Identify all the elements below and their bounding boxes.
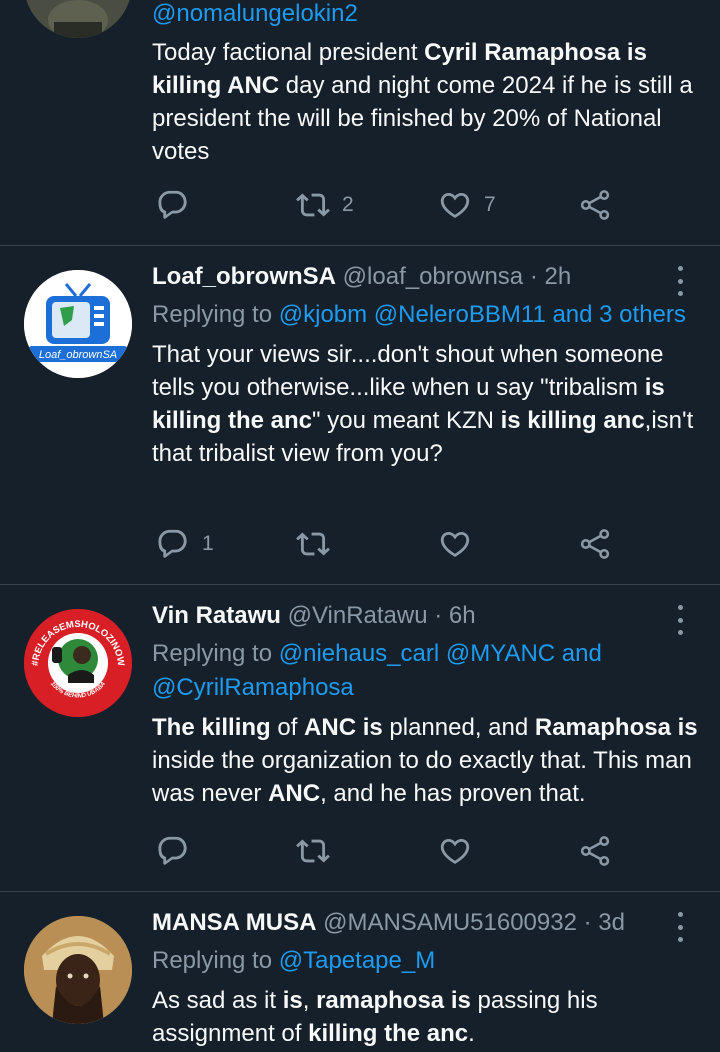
- text-segment: , and he has proven that.: [320, 780, 586, 807]
- bold-text: ramaphosa is: [316, 987, 471, 1014]
- timestamp[interactable]: · 6h: [434, 602, 475, 629]
- author-name[interactable]: Loaf_obrownSA: [152, 263, 336, 290]
- text-segment: That your views sir....don't shout when …: [152, 341, 664, 401]
- bold-text: is: [282, 987, 303, 1014]
- bold-text: ANC: [268, 780, 321, 807]
- like-count: 7: [484, 193, 496, 216]
- like-button[interactable]: [438, 831, 484, 871]
- reply-icon: [156, 188, 190, 222]
- reply-button[interactable]: 1: [156, 524, 214, 564]
- author-name[interactable]: Vin Ratawu: [152, 602, 281, 629]
- reply-count: 1: [202, 532, 214, 555]
- reply-icon: [156, 834, 190, 868]
- retweet-button[interactable]: 2: [296, 185, 354, 225]
- author-handle[interactable]: @VinRatawu: [288, 602, 428, 629]
- share-icon: [578, 188, 612, 222]
- heart-icon: [438, 527, 472, 561]
- text-segment: planned, and: [382, 714, 535, 741]
- replying-to: Replying to @niehaus_carl @MYANC and @Cy…: [152, 637, 700, 705]
- replying-mentions[interactable]: @kjobm @NeleroBBM11 and 3 others: [279, 301, 686, 328]
- text-segment: of: [270, 714, 305, 741]
- text-segment: .: [468, 1020, 475, 1047]
- replying-to: Replying to @Tapetape_M: [152, 944, 700, 978]
- replying-to: Replying to @kjobm @NeleroBBM11 and 3 ot…: [152, 298, 700, 332]
- campaign-logo-avatar: #RELEASEMSHOLOZINOW 100% BEHIND UBABA: [24, 609, 132, 717]
- avatar[interactable]: [24, 0, 132, 38]
- heart-icon: [438, 834, 472, 868]
- action-bar: [152, 831, 622, 871]
- share-button[interactable]: [578, 831, 612, 871]
- replying-label: Replying to: [152, 301, 279, 328]
- bold-text: ANC is: [304, 714, 383, 741]
- text-segment: " you meant KZN: [312, 407, 501, 434]
- share-icon: [578, 834, 612, 868]
- more-icon: [677, 266, 683, 271]
- author-handle[interactable]: @loaf_obrownsa: [343, 263, 523, 290]
- tweet-text: The killing of ANC is planned, and Ramap…: [152, 711, 700, 810]
- tweet-0[interactable]: @nomalungelokin2 Today factional preside…: [0, 0, 720, 245]
- timestamp[interactable]: · 3d: [584, 909, 625, 936]
- action-bar: 2 7: [152, 185, 622, 225]
- more-icon: [677, 912, 683, 917]
- retweet-count: 2: [342, 193, 354, 216]
- share-icon: [578, 527, 612, 561]
- like-button[interactable]: 7: [438, 185, 496, 225]
- text-segment: As sad as it: [152, 987, 283, 1014]
- retweet-icon: [296, 188, 330, 222]
- replying-label: Replying to: [152, 947, 279, 974]
- heart-icon: [438, 188, 472, 222]
- retweet-button[interactable]: [296, 831, 342, 871]
- author-handle[interactable]: @MANSAMU51600932: [323, 909, 577, 936]
- timestamp[interactable]: · 2h: [530, 263, 571, 290]
- text-segment: Today factional president: [152, 39, 425, 66]
- avatar[interactable]: [24, 916, 132, 1024]
- bold-text: The killing: [152, 714, 271, 741]
- author-name[interactable]: MANSA MUSA: [152, 909, 316, 936]
- tweet-text: As sad as it is, ramaphosa is passing hi…: [152, 984, 700, 1050]
- replying-label: Replying to: [152, 640, 279, 667]
- retweet-icon: [296, 527, 330, 561]
- tweet-header: MANSA MUSA @MANSAMU51600932 · 3d: [152, 908, 700, 938]
- avatar-text: Loaf_obrownSA: [39, 349, 117, 361]
- tweet-text: Today factional president Cyril Ramaphos…: [152, 36, 700, 168]
- share-button[interactable]: [578, 524, 612, 564]
- reply-icon: [156, 527, 190, 561]
- retweet-button[interactable]: [296, 524, 342, 564]
- bold-text: Ramaphosa is: [534, 714, 698, 741]
- avatar[interactable]: Loaf_obrownSA: [24, 270, 132, 378]
- bold-text: killing the anc: [308, 1020, 469, 1047]
- tweet-text: That your views sir....don't shout when …: [152, 338, 700, 470]
- reply-button[interactable]: [156, 185, 202, 225]
- more-options-button[interactable]: [668, 605, 692, 635]
- tweet-2[interactable]: #RELEASEMSHOLOZINOW 100% BEHIND UBABA Vi…: [0, 585, 720, 891]
- text-segment: ,: [302, 987, 317, 1014]
- like-button[interactable]: [438, 524, 484, 564]
- author-handle[interactable]: @nomalungelokin2: [152, 0, 700, 28]
- replying-mentions[interactable]: @Tapetape_M: [279, 947, 435, 974]
- more-options-button[interactable]: [668, 912, 692, 942]
- action-bar: 1: [152, 524, 622, 564]
- tweet-1[interactable]: Loaf_obrownSA Loaf_obrownSA @loaf_obrown…: [0, 246, 720, 584]
- tv-logo-avatar: Loaf_obrownSA: [24, 270, 132, 378]
- bold-text: is killing anc: [500, 407, 645, 434]
- tweet-3[interactable]: MANSA MUSA @MANSAMU51600932 · 3d Replyin…: [0, 892, 720, 1052]
- reply-button[interactable]: [156, 831, 202, 871]
- avatar-image: [24, 0, 132, 38]
- share-button[interactable]: [578, 185, 612, 225]
- more-options-button[interactable]: [668, 266, 692, 296]
- tweet-header: Vin Ratawu @VinRatawu · 6h: [152, 601, 700, 631]
- portrait-avatar: [24, 916, 132, 1024]
- retweet-icon: [296, 834, 330, 868]
- tweet-header: Loaf_obrownSA @loaf_obrownsa · 2h: [152, 262, 700, 292]
- more-icon: [677, 605, 683, 610]
- avatar[interactable]: #RELEASEMSHOLOZINOW 100% BEHIND UBABA: [24, 609, 132, 717]
